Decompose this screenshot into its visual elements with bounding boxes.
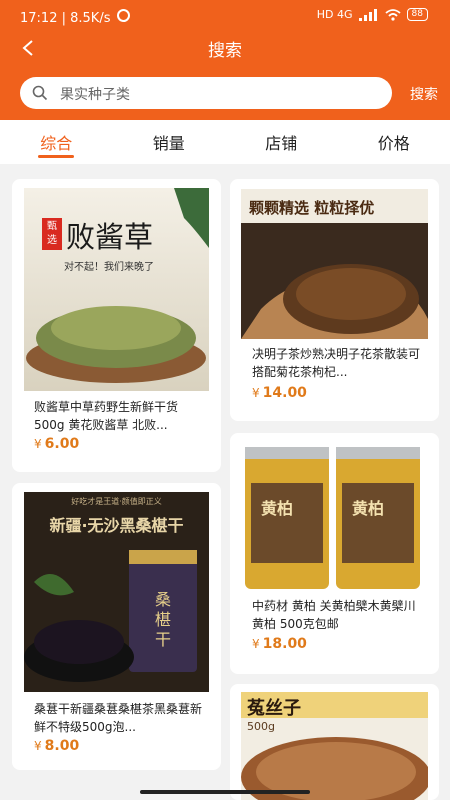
product-image: 菟丝子 500g — [241, 692, 428, 800]
image-title: 颗颗精选 粒粒择优 — [249, 199, 375, 217]
product-image: 颗颗精选 粒粒择优 — [241, 189, 428, 339]
product-price: ¥14.00 — [252, 385, 307, 401]
product-name: 决明子茶炒熟决明子花茶散装可搭配菊花茶枸杞... — [252, 347, 421, 379]
jar-label: 桑椹干 — [154, 590, 171, 649]
search-input[interactable]: 果实种子类 — [20, 77, 392, 109]
tab-price[interactable]: 价格 — [338, 120, 450, 164]
app-header: 17:12 | 8.5K/s HD 4G 88 搜索 果实种子类 搜索 — [0, 0, 450, 120]
product-name: 败酱草中草药野生新鲜干货500g 黄花败酱草 北败... — [34, 400, 179, 432]
status-time: 17:12 | 8.5K/s — [20, 9, 130, 26]
jar-label-right: 黄柏 — [352, 499, 385, 518]
product-image: 好吃才是王道·颜值即正义 新疆·无沙黑桑椹干 桑椹干 — [24, 492, 209, 692]
page-title: 搜索 — [208, 41, 242, 61]
product-name: 桑葚干新疆桑葚桑椹茶黑桑葚新鲜不特级500g泡... — [34, 702, 203, 734]
search-icon — [32, 85, 48, 101]
image-weight: 500g — [247, 720, 275, 733]
image-badge: 甄选 — [42, 218, 62, 250]
tab-sales[interactable]: 销量 — [113, 120, 226, 164]
network-label: HD 4G — [316, 8, 353, 21]
tab-store[interactable]: 店铺 — [225, 120, 338, 164]
status-right: HD 4G 88 — [317, 8, 428, 21]
product-card[interactable]: 黄柏 黄柏 中药材 黄柏 关黄柏檗木黄檗川黄柏 500克包邮 ¥18.00 — [230, 433, 439, 674]
product-card[interactable]: 好吃才是王道·颜值即正义 新疆·无沙黑桑椹干 桑椹干 桑葚干新疆桑葚桑椹茶黑桑葚… — [12, 483, 221, 770]
product-name: 中药材 黄柏 关黄柏檗木黄檗川黄柏 500克包邮 — [252, 599, 416, 631]
product-card[interactable]: 菟丝子 500g — [230, 684, 439, 800]
battery-icon: 88 — [406, 8, 428, 21]
image-title: 新疆·无沙黑桑椹干 — [49, 516, 184, 535]
wifi-icon — [384, 8, 401, 21]
image-top-slogan: 好吃才是王道·颜值即正义 — [71, 497, 162, 506]
image-slogan: 对不起！我们来晚了 — [64, 262, 154, 273]
search-button[interactable]: 搜索 — [410, 84, 438, 104]
product-card[interactable]: 甄选 败酱草 对不起！我们来晚了 败酱草中草药野生新鲜干货500g 黄花败酱草 … — [12, 179, 221, 472]
image-title: 败酱草 — [66, 220, 154, 254]
status-bar: 17:12 | 8.5K/s HD 4G 88 — [0, 0, 450, 32]
product-card[interactable]: 颗颗精选 粒粒择优 决明子茶炒熟决明子花茶散装可搭配菊花茶枸杞... ¥14.0… — [230, 179, 439, 421]
alarm-icon — [116, 9, 130, 22]
product-price: ¥6.00 — [34, 436, 80, 452]
image-title: 菟丝子 — [247, 698, 301, 719]
signal-icon — [358, 8, 377, 21]
jar-label-left: 黄柏 — [261, 499, 294, 518]
product-price: ¥18.00 — [252, 636, 307, 652]
product-image: 黄柏 黄柏 — [241, 443, 428, 591]
home-indicator[interactable] — [140, 790, 310, 794]
product-price: ¥8.00 — [34, 738, 80, 754]
tab-comprehensive[interactable]: 综合 — [0, 120, 113, 164]
product-image: 甄选 败酱草 对不起！我们来晚了 — [24, 188, 209, 391]
sort-tabs: 综合 销量 店铺 价格 — [0, 120, 450, 164]
search-placeholder: 果实种子类 — [60, 87, 130, 103]
